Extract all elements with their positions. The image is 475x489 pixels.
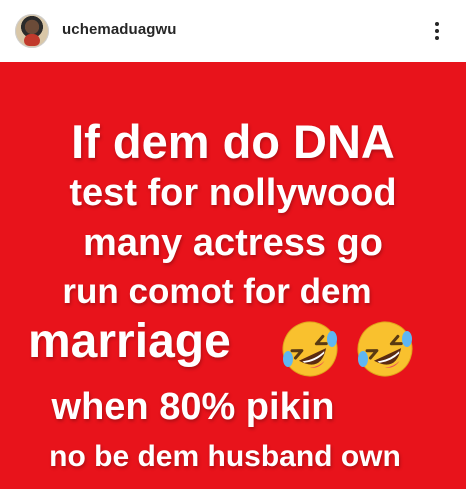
post-text-line: many actress go — [83, 222, 383, 264]
dot — [435, 29, 439, 33]
dot — [435, 36, 439, 40]
post-text-line: when 80% pikin — [51, 386, 335, 428]
post-image: If dem do DNA test for nollywood many ac… — [0, 62, 466, 489]
post-header: uchemaduagwu — [0, 0, 475, 62]
avatar[interactable] — [15, 14, 49, 48]
more-options-icon[interactable] — [425, 18, 449, 44]
right-edge — [466, 62, 475, 489]
rolling-laughing-emoji-icon — [357, 321, 413, 377]
rolling-laughing-emoji-icon — [282, 321, 338, 377]
post-text-line: marriage — [28, 315, 231, 368]
post-text-line: run comot for dem — [62, 272, 372, 311]
post-text-line: test for nollywood — [69, 172, 397, 214]
post-text-line: If dem do DNA — [71, 115, 395, 168]
dot — [435, 22, 439, 26]
post-text-line: no be dem husband own — [49, 440, 401, 473]
username-link[interactable]: uchemaduagwu — [62, 21, 177, 38]
